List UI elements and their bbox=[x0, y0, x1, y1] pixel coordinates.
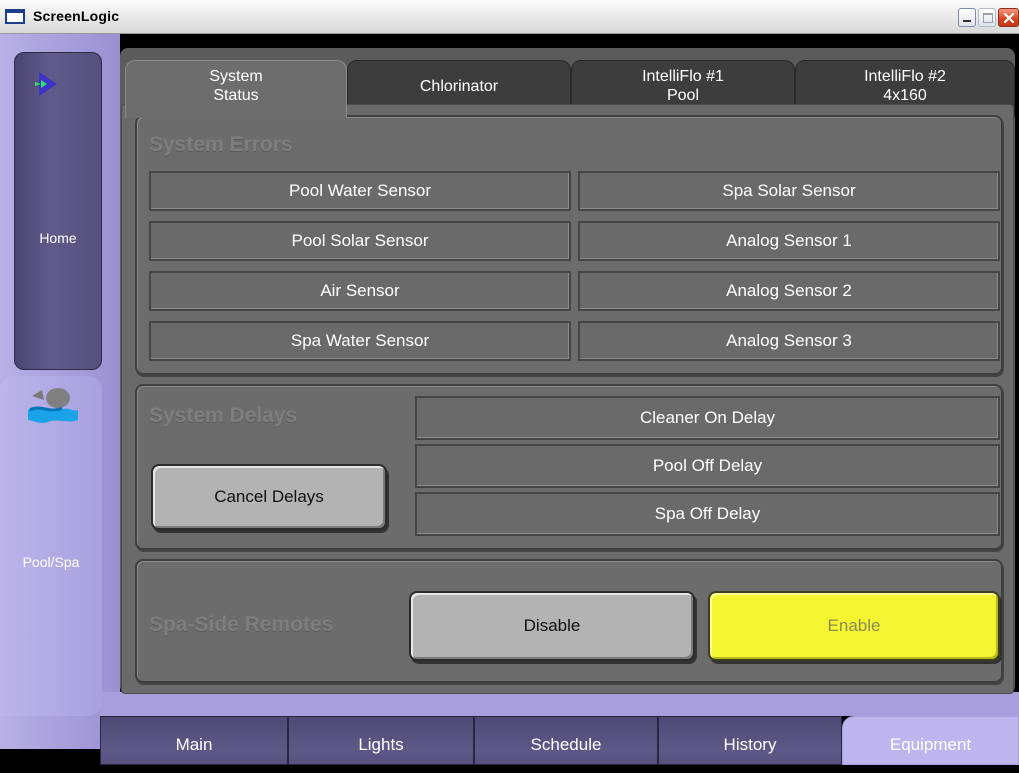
disable-button[interactable]: Disable bbox=[409, 591, 695, 661]
error-analog-sensor-1: Analog Sensor 1 bbox=[578, 221, 1000, 261]
app-window-icon bbox=[5, 9, 25, 24]
pentair-logo-icon bbox=[35, 72, 57, 96]
window-title: ScreenLogic bbox=[33, 8, 120, 24]
sidebar: Home Pool/Spa bbox=[0, 34, 120, 749]
tab-label-line1: IntelliFlo #2 bbox=[864, 68, 946, 85]
delay-pool-off: Pool Off Delay bbox=[415, 444, 1000, 488]
nav-lights[interactable]: Lights bbox=[288, 716, 474, 765]
error-spa-solar-sensor: Spa Solar Sensor bbox=[578, 171, 1000, 211]
tab-label-line2: Pool bbox=[666, 87, 700, 104]
maximize-icon[interactable] bbox=[978, 8, 996, 27]
nav-schedule[interactable]: Schedule bbox=[474, 716, 658, 765]
nav-equipment[interactable]: Equipment bbox=[842, 716, 1019, 765]
window-title-bar[interactable]: ScreenLogic bbox=[0, 0, 1019, 34]
delay-spa-off: Spa Off Delay bbox=[415, 492, 1000, 536]
error-pool-water-sensor: Pool Water Sensor bbox=[149, 171, 571, 211]
tab-label-line1: IntelliFlo #1 bbox=[642, 68, 724, 85]
system-errors-title: System Errors bbox=[149, 133, 293, 156]
error-analog-sensor-3: Analog Sensor 3 bbox=[578, 321, 1000, 361]
spa-side-remotes-group: Spa-Side Remotes Disable Enable bbox=[135, 559, 1003, 683]
tab-content: System Errors Pool Water Sensor Spa Sola… bbox=[121, 104, 1014, 694]
cancel-delays-button[interactable]: Cancel Delays bbox=[151, 464, 387, 530]
tab-label-line2: Status bbox=[213, 87, 259, 104]
system-errors-group: System Errors Pool Water Sensor Spa Sola… bbox=[135, 115, 1003, 375]
sidebar-item-home[interactable]: Home bbox=[14, 52, 102, 370]
tab-system-status[interactable]: System Status bbox=[125, 60, 347, 118]
sidebar-item-label: Home bbox=[39, 230, 77, 246]
bottom-nav: Main Lights Schedule History Equipment bbox=[0, 716, 1019, 765]
error-analog-sensor-2: Analog Sensor 2 bbox=[578, 271, 1000, 311]
bottom-frame bbox=[100, 692, 1019, 716]
sidebar-item-label: Pool/Spa bbox=[22, 554, 80, 570]
system-delays-title: System Delays bbox=[149, 404, 298, 427]
error-spa-water-sensor: Spa Water Sensor bbox=[149, 321, 571, 361]
nav-history[interactable]: History bbox=[658, 716, 842, 765]
error-pool-solar-sensor: Pool Solar Sensor bbox=[149, 221, 571, 261]
sidebar-item-pool-spa[interactable]: Pool/Spa bbox=[0, 376, 102, 716]
enable-button[interactable]: Enable bbox=[708, 591, 1000, 661]
tab-label-line2: 4x160 bbox=[883, 87, 927, 104]
pool-spa-icon bbox=[28, 388, 78, 423]
delay-cleaner-on: Cleaner On Delay bbox=[415, 396, 1000, 440]
nav-main[interactable]: Main bbox=[100, 716, 288, 765]
main-panel: System Status Chlorinator IntelliFlo #1 … bbox=[120, 48, 1015, 694]
close-icon[interactable] bbox=[998, 8, 1019, 27]
system-delays-group: System Delays Cancel Delays Cleaner On D… bbox=[135, 384, 1003, 550]
spa-side-remotes-title: Spa-Side Remotes bbox=[149, 613, 334, 636]
tab-label-line1: System bbox=[209, 68, 263, 85]
minimize-icon[interactable] bbox=[958, 8, 976, 27]
app-area: Home Pool/Spa System Status Chlorinator … bbox=[0, 34, 1019, 765]
error-air-sensor: Air Sensor bbox=[149, 271, 571, 311]
tab-label-line1: Chlorinator bbox=[419, 78, 499, 95]
